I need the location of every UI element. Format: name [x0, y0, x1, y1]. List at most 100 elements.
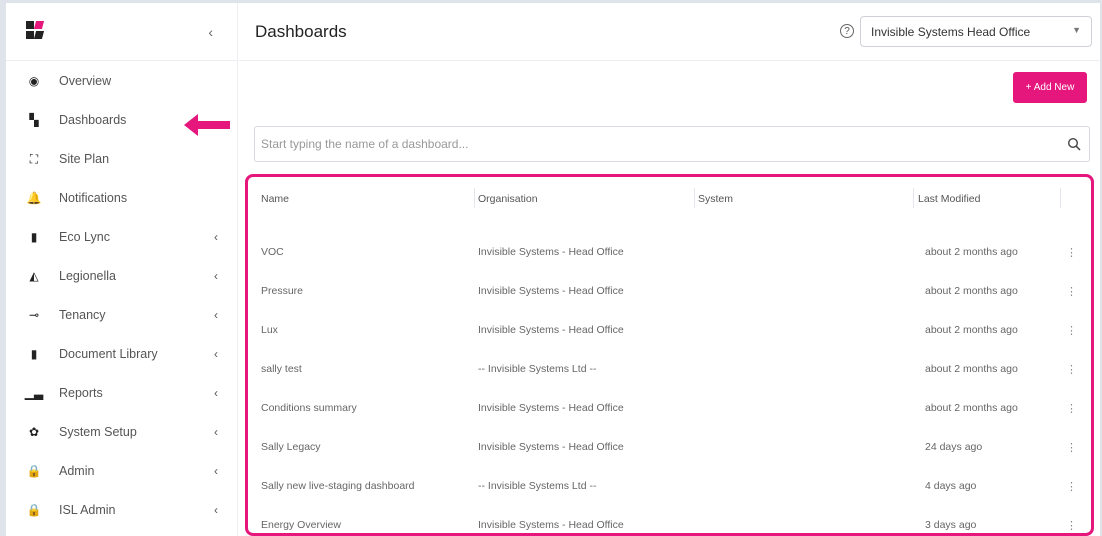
sidebar-item-system-setup[interactable]: ✿ System Setup ‹	[6, 417, 238, 447]
help-icon[interactable]: ?	[840, 24, 854, 38]
cell-name[interactable]: Energy Overview	[261, 519, 341, 531]
sidebar-item-label: System Setup	[59, 425, 137, 439]
annotation-arrow-icon	[184, 114, 230, 136]
column-header-name[interactable]: Name	[261, 193, 289, 205]
cell-organisation: Invisible Systems - Head Office	[478, 246, 624, 258]
chevron-left-icon: ‹	[214, 269, 218, 283]
sidebar-item-isl-admin[interactable]: 🔒 ISL Admin ‹	[6, 495, 238, 525]
cell-name[interactable]: Lux	[261, 324, 278, 336]
sidebar-item-label: Legionella	[59, 269, 116, 283]
row-menu-icon[interactable]: ⋮	[1066, 441, 1077, 454]
chevron-left-icon: ‹	[214, 503, 218, 517]
cell-last-modified: 3 days ago	[925, 519, 977, 531]
chevron-left-icon: ‹	[214, 386, 218, 400]
sidebar-item-legionella[interactable]: ◭ Legionella ‹	[6, 261, 238, 291]
sidebar-item-label: Notifications	[59, 191, 128, 205]
cell-name[interactable]: Sally new live-staging dashboard	[261, 480, 415, 492]
dashboards-table: Name Organisation System Last Modified V…	[245, 174, 1094, 536]
column-header-organisation[interactable]: Organisation	[478, 193, 538, 205]
cell-organisation: -- Invisible Systems Ltd --	[478, 480, 597, 492]
row-menu-icon[interactable]: ⋮	[1066, 402, 1077, 415]
cell-last-modified: 4 days ago	[925, 480, 977, 492]
column-divider	[1060, 188, 1061, 208]
row-menu-icon[interactable]: ⋮	[1066, 519, 1077, 532]
cell-organisation: Invisible Systems - Head Office	[478, 324, 624, 336]
cell-last-modified: about 2 months ago	[925, 246, 1018, 258]
cell-last-modified: about 2 months ago	[925, 402, 1018, 414]
table-row[interactable]: Conditions summary Invisible Systems - He…	[248, 390, 1091, 428]
sidebar-item-label: Site Plan	[59, 152, 110, 166]
cell-name[interactable]: sally test	[261, 363, 302, 375]
search-icon[interactable]	[1067, 137, 1081, 151]
bar-chart-icon: ▁▃	[24, 386, 44, 400]
sidebar-item-label: Admin	[59, 464, 95, 478]
sidebar-item-overview[interactable]: ◉ Overview	[6, 66, 238, 96]
sidebar-item-site-plan[interactable]: ⛶ Site Plan	[6, 144, 238, 174]
row-menu-icon[interactable]: ⋮	[1066, 285, 1077, 298]
add-new-button[interactable]: + Add New	[1013, 72, 1087, 103]
cell-organisation: Invisible Systems - Head Office	[478, 285, 624, 297]
column-divider	[474, 188, 475, 208]
page-title: Dashboards	[255, 21, 347, 41]
cell-name[interactable]: VOC	[261, 246, 284, 258]
table-header-row: Name Organisation System Last Modified	[248, 177, 1091, 225]
cell-name[interactable]: Conditions summary	[261, 402, 357, 414]
app-window: ‹ ◉ Overview ▚ Dashboards ⛶ Site Plan 🔔 Notific…	[6, 3, 1100, 536]
file-icon: ▮	[30, 230, 38, 244]
search-bar[interactable]	[254, 126, 1090, 162]
sidebar-item-label: Tenancy	[59, 308, 106, 322]
sidebar-item-tenancy[interactable]: ⊸ Tenancy ‹	[6, 300, 238, 330]
column-divider	[913, 188, 914, 208]
eye-icon: ◉	[28, 74, 40, 88]
table-row[interactable]: VOC Invisible Systems - Head Office about …	[248, 234, 1091, 272]
table-row[interactable]: Sally Legacy Invisible Systems - Head Off…	[248, 429, 1091, 467]
chevron-left-icon: ‹	[214, 308, 218, 322]
dashboard-icon: ▚	[29, 113, 39, 127]
caret-down-icon: ▼	[1072, 25, 1081, 35]
sidebar: ‹ ◉ Overview ▚ Dashboards ⛶ Site Plan 🔔 Notific…	[6, 3, 238, 536]
column-divider	[694, 188, 695, 208]
site-plan-icon: ⛶	[29, 151, 39, 166]
cell-name[interactable]: Sally Legacy	[261, 441, 321, 453]
brand-logo	[26, 20, 46, 43]
cell-last-modified: about 2 months ago	[925, 324, 1018, 336]
chevron-left-icon[interactable]: ‹	[208, 24, 213, 40]
row-menu-icon[interactable]: ⋮	[1066, 246, 1077, 259]
sidebar-item-label: Eco Lync	[59, 230, 110, 244]
sidebar-item-reports[interactable]: ▁▃ Reports ‹	[6, 378, 238, 408]
cell-organisation: Invisible Systems - Head Office	[478, 519, 624, 531]
chevron-left-icon: ‹	[214, 230, 218, 244]
table-row[interactable]: Sally new live-staging dashboard -- Invis…	[248, 468, 1091, 506]
table-row[interactable]: Lux Invisible Systems - Head Office about …	[248, 312, 1091, 350]
sidebar-item-admin[interactable]: 🔒 Admin ‹	[6, 456, 238, 486]
table-row[interactable]: Pressure Invisible Systems - Head Office a…	[248, 273, 1091, 311]
sidebar-item-notifications[interactable]: 🔔 Notifications	[6, 183, 238, 213]
sidebar-item-label: Document Library	[59, 347, 158, 361]
column-header-system[interactable]: System	[698, 193, 733, 205]
chevron-left-icon: ‹	[214, 347, 218, 361]
cell-last-modified: about 2 months ago	[925, 285, 1018, 297]
row-menu-icon[interactable]: ⋮	[1066, 363, 1077, 376]
column-header-last-modified[interactable]: Last Modified	[918, 193, 980, 205]
row-menu-icon[interactable]: ⋮	[1066, 480, 1077, 493]
chevron-left-icon: ‹	[214, 425, 218, 439]
table-row[interactable]: sally test -- Invisible Systems Ltd -- abo…	[248, 351, 1091, 389]
bell-icon: 🔔	[26, 191, 42, 205]
sidebar-item-label: ISL Admin	[59, 503, 116, 517]
sidebar-item-document-library[interactable]: ▮ Document Library ‹	[6, 339, 238, 369]
droplet-icon: ◭	[29, 269, 39, 283]
cell-organisation: -- Invisible Systems Ltd --	[478, 363, 597, 375]
sidebar-header: ‹	[6, 3, 237, 61]
document-icon: ▮	[30, 347, 38, 361]
cell-name[interactable]: Pressure	[261, 285, 303, 297]
sidebar-item-label: Overview	[59, 74, 112, 88]
row-menu-icon[interactable]: ⋮	[1066, 324, 1077, 337]
cell-organisation: Invisible Systems - Head Office	[478, 402, 624, 414]
lock-icon: 🔒	[26, 464, 42, 478]
search-input[interactable]	[261, 137, 1041, 151]
sidebar-item-eco-lync[interactable]: ▮ Eco Lync ‹	[6, 222, 238, 252]
organisation-select[interactable]: Invisible Systems Head Office ▼	[860, 16, 1092, 47]
cell-organisation: Invisible Systems - Head Office	[478, 441, 624, 453]
cell-last-modified: 24 days ago	[925, 441, 983, 453]
table-row[interactable]: Energy Overview Invisible Systems - Head …	[248, 507, 1091, 533]
